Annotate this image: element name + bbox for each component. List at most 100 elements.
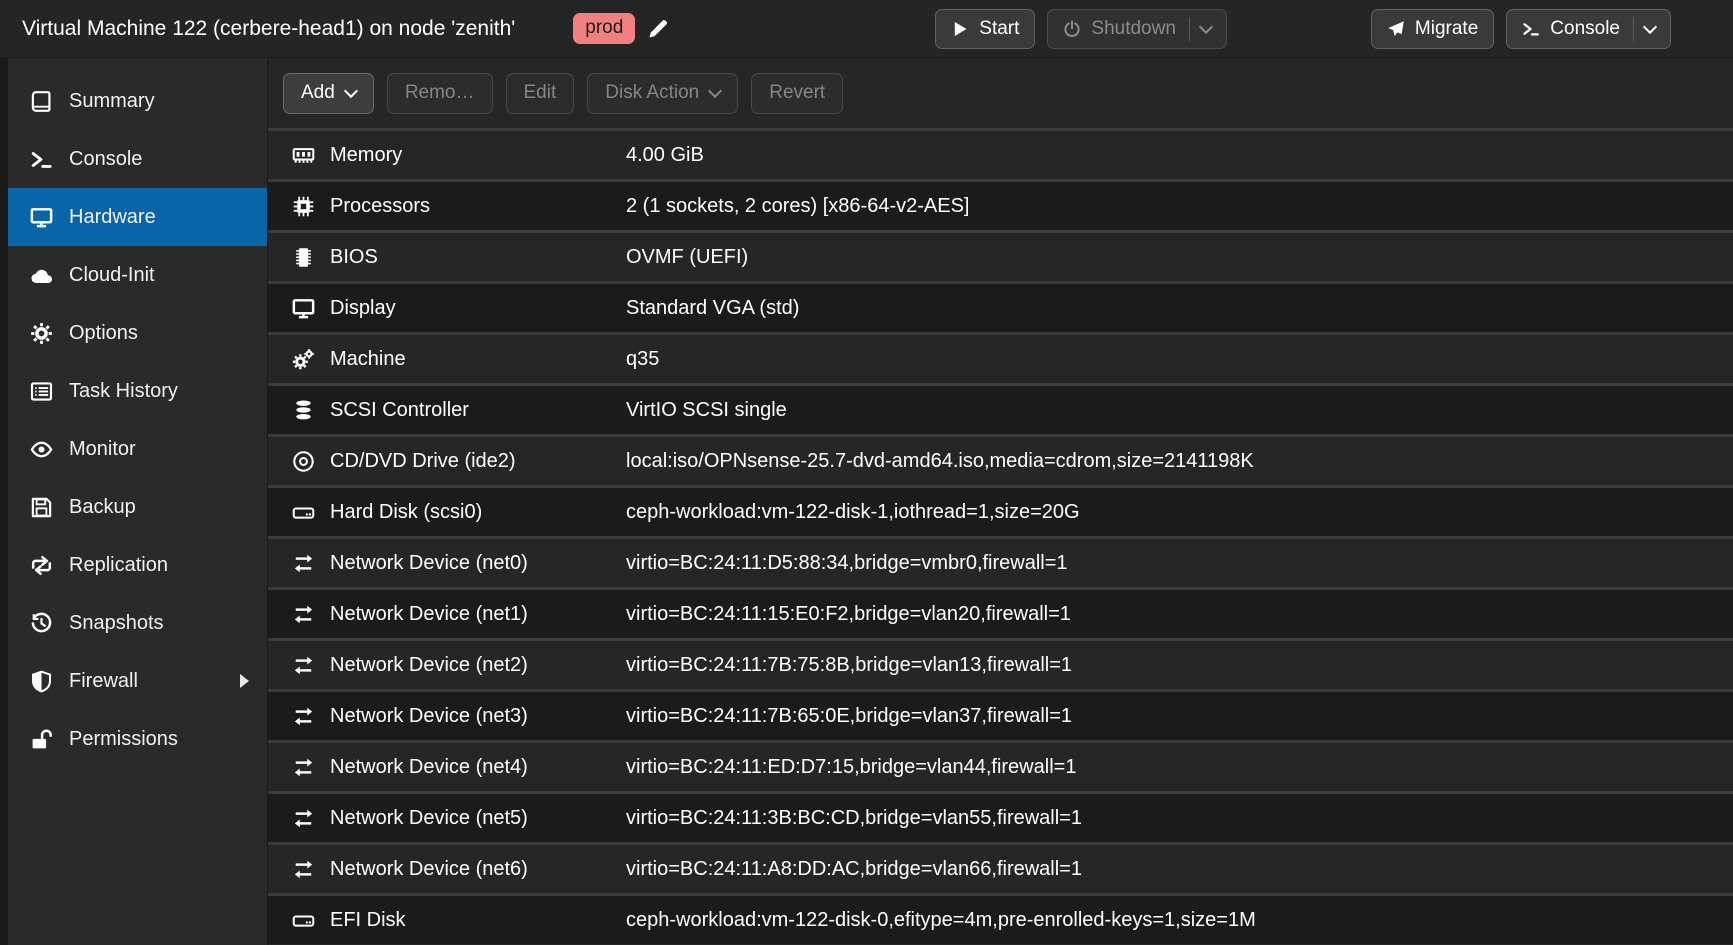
play-icon	[951, 20, 969, 38]
sidebar-item[interactable]: Permissions	[8, 710, 267, 768]
sidebar-item[interactable]: Options	[8, 304, 267, 362]
book-icon	[30, 90, 53, 113]
sidebar-item[interactable]: Firewall	[8, 652, 267, 710]
sidebar-item[interactable]: Replication	[8, 536, 267, 594]
action-label: Console	[1550, 18, 1620, 40]
gear-icon	[30, 322, 53, 345]
hardware-value: virtio=BC:24:11:7B:75:8B,bridge=vlan13,f…	[626, 654, 1072, 677]
hardware-key: BIOS	[330, 246, 626, 269]
hardware-row[interactable]: Hard Disk (scsi0) ceph-workload:vm-122-d…	[268, 485, 1733, 536]
sidebar-item-label: Task History	[69, 380, 178, 403]
hardware-key: Machine	[330, 348, 626, 371]
sidebar-item[interactable]: Summary	[8, 72, 267, 130]
toolbar-button[interactable]: Add	[283, 73, 374, 114]
hardware-row[interactable]: Machine q35	[268, 332, 1733, 383]
sidebar-item-label: Backup	[69, 496, 136, 519]
sidebar-item-label: Permissions	[69, 728, 178, 751]
hardware-key: CD/DVD Drive (ide2)	[330, 450, 626, 473]
desktop-icon	[30, 206, 53, 229]
vm-action-button[interactable]: Shutdown	[1047, 9, 1227, 49]
cd-icon	[292, 450, 315, 473]
hardware-row[interactable]: Display Standard VGA (std)	[268, 281, 1733, 332]
sidebar-item[interactable]: Monitor	[8, 420, 267, 478]
network-icon	[292, 756, 315, 779]
sidebar-item[interactable]: Snapshots	[8, 594, 267, 652]
hardware-row[interactable]: Network Device (net2) virtio=BC:24:11:7B…	[268, 638, 1733, 689]
hardware-row[interactable]: CD/DVD Drive (ide2) local:iso/OPNsense-2…	[268, 434, 1733, 485]
sidebar-item-label: Replication	[69, 554, 168, 577]
hardware-key: EFI Disk	[330, 909, 626, 932]
hardware-panel: Add Remo… Edit Disk Action Revert	[267, 58, 1733, 945]
toolbar-button-label: Revert	[769, 82, 825, 104]
hardware-value: virtio=BC:24:11:ED:D7:15,bridge=vlan44,f…	[626, 756, 1076, 779]
database-icon	[292, 399, 315, 422]
hardware-key: Network Device (net6)	[330, 858, 626, 881]
action-label: Start	[979, 18, 1019, 40]
hardware-value: virtio=BC:24:11:3B:BC:CD,bridge=vlan55,f…	[626, 807, 1082, 830]
edit-tags-pencil-icon[interactable]	[647, 18, 669, 40]
hardware-row[interactable]: Network Device (net5) virtio=BC:24:11:3B…	[268, 791, 1733, 842]
chevron-down-icon	[708, 84, 722, 98]
hardware-value: virtio=BC:24:11:D5:88:34,bridge=vmbr0,fi…	[626, 552, 1068, 575]
sidebar-item-label: Snapshots	[69, 612, 164, 635]
toolbar-button-label: Remo…	[405, 82, 475, 104]
hardware-row[interactable]: Network Device (net0) virtio=BC:24:11:D5…	[268, 536, 1733, 587]
sidebar-item-label: Cloud-Init	[69, 264, 155, 287]
hardware-row[interactable]: BIOS OVMF (UEFI)	[268, 230, 1733, 281]
toolbar-button[interactable]: Edit	[506, 73, 575, 114]
hardware-row[interactable]: Network Device (net3) virtio=BC:24:11:7B…	[268, 689, 1733, 740]
network-icon	[292, 603, 315, 626]
hardware-value: q35	[626, 348, 659, 371]
hardware-key: Network Device (net0)	[330, 552, 626, 575]
hardware-value: virtio=BC:24:11:7B:65:0E,bridge=vlan37,f…	[626, 705, 1072, 728]
action-label: Shutdown	[1091, 18, 1176, 40]
hardware-key: Network Device (net5)	[330, 807, 626, 830]
toolbar-button[interactable]: Remo…	[387, 73, 493, 114]
cpu-icon	[292, 195, 315, 218]
hardware-row[interactable]: Memory 4.00 GiB	[268, 131, 1733, 179]
chevron-down-icon	[1643, 19, 1657, 33]
sidebar-item[interactable]: Task History	[8, 362, 267, 420]
network-icon	[292, 807, 315, 830]
sidebar-item[interactable]: Hardware	[8, 188, 267, 246]
network-icon	[292, 654, 315, 677]
vm-action-button[interactable]: Console	[1506, 9, 1671, 49]
hardware-row[interactable]: Network Device (net4) virtio=BC:24:11:ED…	[268, 740, 1733, 791]
cogs-icon	[292, 348, 315, 371]
hardware-row[interactable]: Network Device (net6) virtio=BC:24:11:A8…	[268, 842, 1733, 893]
hardware-value: virtio=BC:24:11:15:E0:F2,bridge=vlan20,f…	[626, 603, 1071, 626]
hardware-row[interactable]: Processors 2 (1 sockets, 2 cores) [x86-6…	[268, 179, 1733, 230]
hardware-key: Memory	[330, 144, 626, 167]
hardware-value: OVMF (UEFI)	[626, 246, 748, 269]
sidebar-item[interactable]: Cloud-Init	[8, 246, 267, 304]
terminal-icon	[1522, 20, 1540, 38]
vm-action-buttons: Start Shutdown Migrate Console	[935, 9, 1733, 49]
toolbar-button-label: Edit	[524, 82, 557, 104]
toolbar-button[interactable]: Revert	[751, 73, 843, 114]
sidebar-item-label: Console	[69, 148, 142, 171]
hardware-value: 4.00 GiB	[626, 144, 704, 167]
vm-action-button[interactable]: Migrate	[1371, 9, 1494, 49]
hardware-key: Network Device (net3)	[330, 705, 626, 728]
sidebar-item[interactable]: Console	[8, 130, 267, 188]
shield-icon	[30, 670, 53, 693]
history-icon	[30, 612, 53, 635]
unlock-icon	[30, 728, 53, 751]
hardware-value: local:iso/OPNsense-25.7-dvd-amd64.iso,me…	[626, 450, 1254, 473]
hardware-row[interactable]: EFI Disk ceph-workload:vm-122-disk-0,efi…	[268, 893, 1733, 944]
hardware-row[interactable]: SCSI Controller VirtIO SCSI single	[268, 383, 1733, 434]
sidebar-item[interactable]: Backup	[8, 478, 267, 536]
hardware-key: Display	[330, 297, 626, 320]
sidebar-item-label: Monitor	[69, 438, 136, 461]
vm-action-button[interactable]: Start	[935, 9, 1035, 49]
toolbar-button[interactable]: Disk Action	[587, 73, 738, 114]
hardware-row[interactable]: Network Device (net1) virtio=BC:24:11:15…	[268, 587, 1733, 638]
vm-tag: prod	[573, 13, 635, 44]
hardware-key: Processors	[330, 195, 626, 218]
replication-icon	[30, 554, 53, 577]
eye-icon	[30, 438, 53, 461]
sidebar-item-label: Hardware	[69, 206, 156, 229]
network-icon	[292, 552, 315, 575]
sidebar-item-label: Firewall	[69, 670, 138, 693]
hardware-toolbar: Add Remo… Edit Disk Action Revert	[268, 58, 1733, 128]
